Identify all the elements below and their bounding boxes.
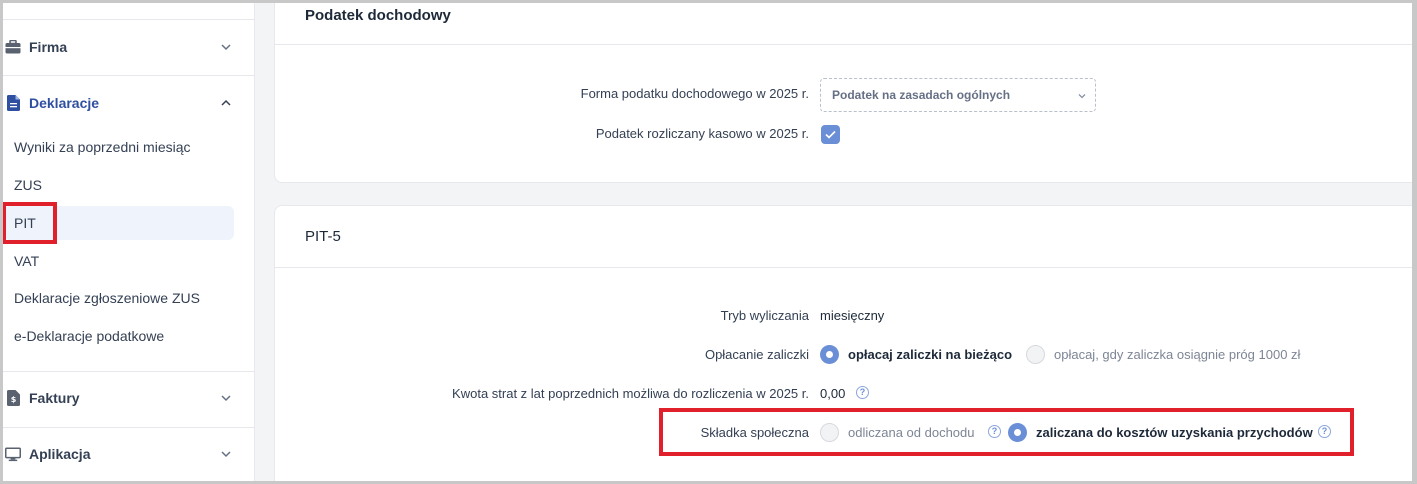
sidebar-section-firma[interactable]: Firma xyxy=(0,29,254,65)
calc-mode-label: Tryb wyliczania xyxy=(720,308,809,323)
sidebar-section-label: Deklaracje xyxy=(29,95,100,111)
sidebar-item-label: Wyniki za poprzedni miesiąc xyxy=(14,139,191,155)
sidebar-item-deklaracje-zus[interactable]: Deklaracje zgłoszeniowe ZUS xyxy=(4,281,234,315)
social-costs-label[interactable]: zaliczana do kosztów uzyskania przychodó… xyxy=(1036,425,1313,440)
sidebar-section-label: Aplikacja xyxy=(29,446,91,462)
sidebar-item-pit[interactable]: PIT xyxy=(4,206,234,240)
document-icon xyxy=(5,95,21,111)
sidebar-item-label: ZUS xyxy=(14,177,42,193)
payment-current-label[interactable]: opłacaj zaliczki na bieżąco xyxy=(848,347,1012,362)
card-divider xyxy=(275,44,1417,45)
social-costs-radio[interactable] xyxy=(1008,423,1027,442)
help-icon[interactable]: ? xyxy=(1318,425,1331,438)
briefcase-icon xyxy=(5,39,21,55)
sidebar-section-aplikacja[interactable]: Aplikacja xyxy=(0,436,254,472)
sidebar-divider xyxy=(0,19,254,20)
payment-threshold-label[interactable]: opłacaj, gdy zaliczka osiągnie próg 1000… xyxy=(1054,347,1300,362)
chevron-down-icon xyxy=(1078,94,1086,99)
chevron-up-icon xyxy=(221,99,231,106)
sidebar: Firma Deklaracje Wyniki za poprzedni mie… xyxy=(0,0,255,484)
sidebar-section-faktury[interactable]: $ Faktury xyxy=(0,380,254,416)
card-title: PIT-5 xyxy=(305,228,341,245)
sidebar-section-label: Firma xyxy=(29,39,68,55)
income-tax-form-select[interactable]: Podatek na zasadach ogólnych xyxy=(820,78,1096,112)
sidebar-divider xyxy=(0,371,254,372)
select-value: Podatek na zasadach ogólnych xyxy=(832,88,1011,102)
loss-amount-label: Kwota strat z lat poprzednich możliwa do… xyxy=(452,386,809,401)
payment-threshold-radio[interactable] xyxy=(1026,345,1045,364)
chevron-down-icon xyxy=(221,395,231,402)
calc-mode-value: miesięczny xyxy=(820,308,885,323)
sidebar-section-deklaracje[interactable]: Deklaracje xyxy=(0,85,254,121)
sidebar-section-label: Faktury xyxy=(29,390,80,406)
check-icon xyxy=(825,130,836,139)
sidebar-item-label: VAT xyxy=(14,253,40,269)
card-title: Podatek dochodowy xyxy=(305,7,451,24)
income-tax-card: Podatek dochodowy Forma podatku dochodow… xyxy=(274,0,1417,183)
social-deduct-income-radio[interactable] xyxy=(820,423,839,442)
social-deduct-income-label[interactable]: odliczana od dochodu xyxy=(848,425,975,440)
sidebar-item-wyniki[interactable]: Wyniki za poprzedni miesiąc xyxy=(4,130,234,164)
income-tax-form-label: Forma podatku dochodowego w 2025 r. xyxy=(580,86,809,101)
main-content: Podatek dochodowy Forma podatku dochodow… xyxy=(255,0,1417,484)
chevron-down-icon xyxy=(221,451,231,458)
sidebar-item-zus[interactable]: ZUS xyxy=(4,168,234,202)
card-divider xyxy=(275,267,1417,268)
sidebar-divider xyxy=(0,75,254,76)
help-icon[interactable]: ? xyxy=(856,386,869,399)
help-icon[interactable]: ? xyxy=(988,425,1001,438)
cash-accounting-checkbox[interactable] xyxy=(821,125,840,144)
sidebar-divider xyxy=(0,427,254,428)
sidebar-item-vat[interactable]: VAT xyxy=(4,244,234,278)
sidebar-item-label: e-Deklaracje podatkowe xyxy=(14,328,165,344)
sidebar-item-label: PIT xyxy=(14,215,36,231)
sidebar-item-e-deklaracje[interactable]: e-Deklaracje podatkowe xyxy=(4,319,234,353)
pit5-card: PIT-5 Tryb wyliczania miesięczny Opłacan… xyxy=(274,205,1417,484)
cash-accounting-label: Podatek rozliczany kasowo w 2025 r. xyxy=(595,126,809,141)
chevron-down-icon xyxy=(221,44,231,51)
social-contribution-label: Składka społeczna xyxy=(700,425,809,440)
payment-current-radio[interactable] xyxy=(820,345,839,364)
svg-text:$: $ xyxy=(10,395,16,404)
monitor-icon xyxy=(5,446,21,462)
loss-amount-value: 0,00 xyxy=(820,386,846,401)
invoice-icon: $ xyxy=(5,390,21,406)
advance-payment-label: Opłacanie zaliczki xyxy=(704,347,809,362)
sidebar-item-label: Deklaracje zgłoszeniowe ZUS xyxy=(14,290,200,306)
